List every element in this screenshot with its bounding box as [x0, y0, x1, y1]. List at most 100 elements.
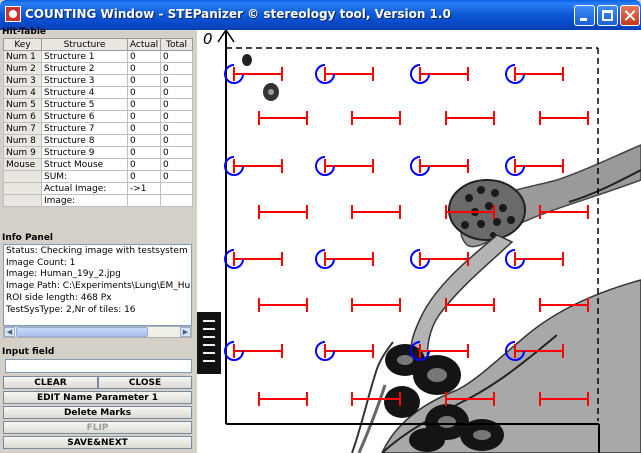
- scroll-left-icon[interactable]: ◀: [4, 327, 15, 337]
- line-probe: [351, 111, 401, 125]
- cell-actual: [127, 194, 161, 207]
- probe-with-point: [410, 64, 469, 84]
- edit-name-parameter-button[interactable]: EDIT Name Parameter 1: [3, 391, 192, 404]
- cell-total: 0: [160, 146, 193, 159]
- cell-key: Num 6: [3, 110, 42, 123]
- cell-actual: 0: [127, 110, 161, 123]
- cell-key: Num 7: [3, 122, 42, 135]
- input-field-title: Input field: [2, 347, 55, 357]
- table-row[interactable]: Num 5 Structure 500: [3, 98, 193, 111]
- table-row[interactable]: Num 1 Structure 100: [3, 50, 193, 63]
- table-row[interactable]: SUM: 0 0: [3, 170, 193, 183]
- cell-actual: 0: [127, 122, 161, 135]
- cell-structure: Structure 3: [41, 74, 128, 87]
- cell-key: Num 2: [3, 62, 42, 75]
- table-row[interactable]: Num 8 Structure 800: [3, 134, 193, 147]
- cell-structure: Actual Image:: [41, 182, 128, 195]
- table-row[interactable]: Image:: [3, 194, 193, 207]
- table-row[interactable]: Actual Image: ->1: [3, 182, 193, 195]
- probe-with-point: [410, 249, 469, 269]
- cell-key: Num 9: [3, 146, 42, 159]
- probe-with-point: [315, 249, 374, 269]
- minimize-icon[interactable]: [574, 5, 595, 26]
- table-row[interactable]: Mouse Struct Mouse 0 0: [3, 158, 193, 171]
- close-button[interactable]: CLOSE: [98, 376, 192, 389]
- table-row[interactable]: Num 6 Structure 600: [3, 110, 193, 123]
- cell-structure: SUM:: [41, 170, 128, 183]
- cell-total: [160, 182, 193, 195]
- table-row[interactable]: Num 9 Structure 900: [3, 146, 193, 159]
- flip-button[interactable]: FLIP: [3, 421, 192, 434]
- cell-total: 0: [160, 170, 193, 183]
- probe-with-point: [224, 156, 283, 176]
- column-header-actual[interactable]: Actual: [127, 38, 161, 51]
- info-testsys-type: TestSysType: 2,Nr of tiles: 16: [6, 304, 136, 315]
- cell-key: Num 1: [3, 50, 42, 63]
- cell-actual: 0: [127, 74, 161, 87]
- cell-structure: Structure 6: [41, 110, 128, 123]
- line-probe: [258, 392, 308, 406]
- cell-structure: Structure 4: [41, 86, 128, 99]
- probe-with-point: [505, 249, 564, 269]
- info-panel: Status: Checking image with testsystem I…: [3, 244, 192, 326]
- line-probe: [445, 111, 495, 125]
- cell-actual: 0: [127, 158, 161, 171]
- cell-structure: Structure 5: [41, 98, 128, 111]
- table-row[interactable]: Num 3 Structure 300: [3, 74, 193, 87]
- clear-button[interactable]: CLEAR: [3, 376, 98, 389]
- cell-total: 0: [160, 86, 193, 99]
- scroll-right-icon[interactable]: ▶: [180, 327, 191, 337]
- cell-actual: 0: [127, 170, 161, 183]
- close-icon[interactable]: [620, 5, 640, 26]
- cell-structure: Structure 8: [41, 134, 128, 147]
- column-header-structure[interactable]: Structure: [41, 38, 128, 51]
- info-horizontal-scrollbar[interactable]: ◀ ▶: [3, 326, 192, 338]
- window-title: COUNTING Window - STEPanizer © stereolog…: [25, 7, 451, 21]
- cell-structure: Structure 1: [41, 50, 128, 63]
- hit-table: Key Structure Actual Total Num 1 Structur…: [3, 38, 193, 207]
- info-image: Image: Human_19y_2.jpg: [6, 269, 121, 280]
- app-icon: [5, 6, 21, 22]
- line-probe: [258, 298, 308, 312]
- cell-total: 0: [160, 74, 193, 87]
- image-view[interactable]: 0: [197, 30, 641, 453]
- cell-structure: Structure 2: [41, 62, 128, 75]
- save-next-button[interactable]: SAVE&NEXT: [3, 436, 192, 449]
- probe-with-point: [315, 64, 374, 84]
- probe-with-point: [315, 156, 374, 176]
- origin-label: 0: [203, 30, 213, 48]
- info-image-path: Image Path: C:\Experiments\Lung\EM_Hum: [6, 281, 192, 292]
- probe-with-point: [315, 341, 374, 361]
- column-header-key[interactable]: Key: [3, 38, 42, 51]
- column-header-total[interactable]: Total: [160, 38, 193, 51]
- cell-actual: ->1: [127, 182, 161, 195]
- cell-key: Num 4: [3, 86, 42, 99]
- info-image-count: Image Count: 1: [6, 257, 76, 268]
- table-row[interactable]: Num 7 Structure 700: [3, 122, 193, 135]
- cell-actual: 0: [127, 98, 161, 111]
- probe-with-point: [505, 64, 564, 84]
- hit-table-title: Hit-Table: [2, 27, 47, 37]
- line-probe: [445, 298, 495, 312]
- table-row[interactable]: Num 2 Structure 200: [3, 62, 193, 75]
- cell-actual: 0: [127, 146, 161, 159]
- probe-with-point: [224, 249, 283, 269]
- line-probe: [539, 111, 589, 125]
- scrollbar-thumb[interactable]: [16, 327, 148, 337]
- maximize-icon[interactable]: [597, 5, 618, 26]
- probe-with-point: [224, 64, 283, 84]
- cell-structure: Structure 7: [41, 122, 128, 135]
- line-probe: [258, 111, 308, 125]
- cell-key: Num 3: [3, 74, 42, 87]
- table-filler: [3, 219, 192, 230]
- cell-structure: Image:: [41, 194, 128, 207]
- cell-total: 0: [160, 62, 193, 75]
- table-row[interactable]: Num 4 Structure 400: [3, 86, 193, 99]
- input-field[interactable]: [5, 359, 192, 373]
- info-status: Status: Checking image with testsystem: [6, 246, 188, 256]
- cell-key: Mouse: [3, 158, 42, 171]
- line-probe: [258, 205, 308, 219]
- cell-key: [3, 170, 42, 183]
- delete-marks-button[interactable]: Delete Marks: [3, 406, 192, 419]
- cell-total: 0: [160, 50, 193, 63]
